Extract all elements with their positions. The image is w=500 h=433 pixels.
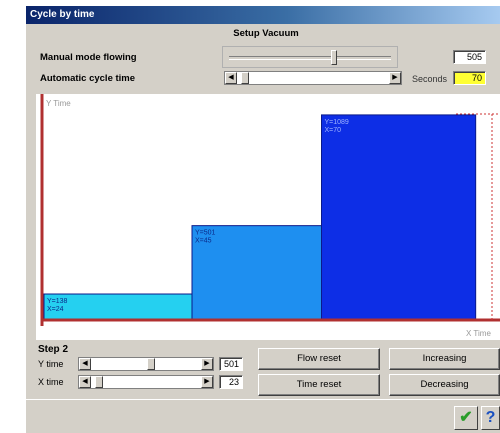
bar-y-label-1: Y=138 bbox=[47, 298, 68, 305]
bar-y-label-3: Y=1089 bbox=[325, 119, 349, 126]
automatic-value: 70 bbox=[453, 71, 486, 85]
cycle-by-time-window: Cycle by time Setup Vacuum Manual mode f… bbox=[26, 6, 500, 433]
bar-x-label-1: X=24 bbox=[47, 306, 64, 313]
automatic-cycle-scrollbar[interactable]: ◀ ▶ bbox=[224, 71, 402, 85]
bottom-toolbar: ✔ ? bbox=[26, 399, 500, 433]
slider-track bbox=[229, 56, 391, 60]
y-time-label: Y time bbox=[38, 359, 64, 369]
x-time-value: 23 bbox=[219, 375, 243, 389]
slider-handle[interactable] bbox=[331, 50, 337, 65]
manual-value: 505 bbox=[453, 50, 486, 64]
x-time-scrollbar[interactable]: ◀ ▶ bbox=[78, 375, 214, 389]
y-axis-label: Y Time bbox=[46, 99, 71, 108]
scroll-right-arrow-icon[interactable]: ▶ bbox=[389, 72, 401, 84]
x-scroll-left-arrow-icon[interactable]: ◀ bbox=[79, 376, 91, 388]
x-scrollbar-thumb[interactable] bbox=[95, 376, 103, 388]
x-time-label: X time bbox=[38, 377, 64, 387]
help-icon[interactable]: ? bbox=[481, 406, 500, 430]
scroll-left-arrow-icon[interactable]: ◀ bbox=[225, 72, 237, 84]
scrollbar-thumb[interactable] bbox=[241, 72, 249, 84]
seconds-label: Seconds bbox=[412, 74, 448, 84]
automatic-cycle-label: Automatic cycle time bbox=[40, 73, 136, 84]
section-title: Setup Vacuum bbox=[233, 28, 299, 39]
x-scroll-right-arrow-icon[interactable]: ▶ bbox=[201, 376, 213, 388]
manual-mode-label: Manual mode flowing bbox=[40, 52, 137, 63]
decreasing-button[interactable]: Decreasing bbox=[389, 374, 500, 396]
flow-reset-button[interactable]: Flow reset bbox=[258, 348, 380, 370]
chart-svg: Y=138X=24 Y=501X=45 Y=1089X=70 Y Time X Ti… bbox=[40, 94, 500, 338]
y-scroll-left-arrow-icon[interactable]: ◀ bbox=[79, 358, 91, 370]
y-scroll-right-arrow-icon[interactable]: ▶ bbox=[201, 358, 213, 370]
bar-x-label-2: X=45 bbox=[195, 238, 212, 245]
y-time-scrollbar[interactable]: ◀ ▶ bbox=[78, 357, 214, 371]
bar-x-label-3: X=70 bbox=[325, 127, 342, 134]
y-time-value: 501 bbox=[219, 357, 243, 371]
cycle-chart: Y=138 X=24 Y=501 X=45 Y=1089 X=70 Y Time X Ti… bbox=[36, 94, 500, 340]
bar-y-label-2: Y=501 bbox=[195, 230, 216, 237]
y-scrollbar-thumb[interactable] bbox=[147, 358, 155, 370]
chart-bar-3 bbox=[321, 114, 477, 321]
manual-mode-slider[interactable] bbox=[222, 46, 398, 68]
step-title: Step 2 bbox=[38, 344, 69, 355]
time-reset-button[interactable]: Time reset bbox=[258, 374, 380, 396]
confirm-check-icon[interactable]: ✔ bbox=[454, 406, 478, 430]
increasing-button[interactable]: Increasing bbox=[389, 348, 500, 370]
x-axis-label: X Time bbox=[466, 329, 491, 338]
window-title: Cycle by time bbox=[26, 6, 500, 24]
